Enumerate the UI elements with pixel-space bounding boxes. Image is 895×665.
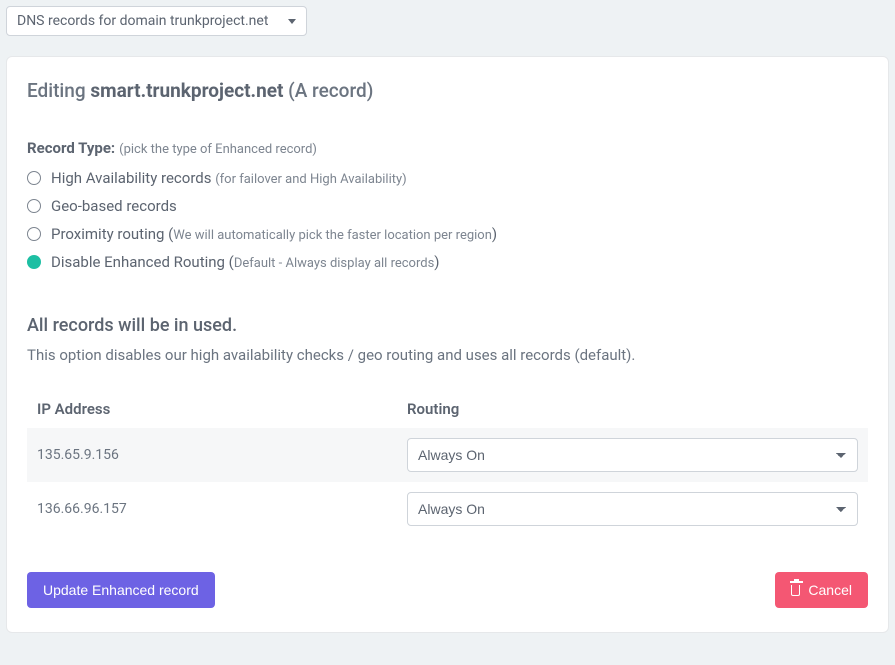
trash-icon — [791, 585, 800, 596]
table-row: 136.66.96.157 Always On — [27, 482, 868, 536]
table-header-ip: IP Address — [27, 390, 397, 428]
update-button-label: Update Enhanced record — [43, 582, 199, 598]
domain-dropdown-label: DNS records for domain trunkproject.net — [17, 13, 268, 29]
routing-select[interactable]: Always On — [407, 438, 858, 472]
section-title: All records will be in used. — [27, 315, 868, 336]
radio-selected-icon — [27, 255, 41, 269]
radio-icon — [27, 199, 41, 213]
heading-suffix: (A record) — [283, 79, 373, 102]
radio-label: High Availability records (for failover … — [51, 169, 407, 187]
record-type-section: Record Type: (pick the type of Enhanced … — [27, 138, 868, 157]
radio-label: Disable Enhanced Routing (Default - Alwa… — [51, 253, 440, 271]
update-button[interactable]: Update Enhanced record — [27, 572, 215, 608]
chevron-down-icon — [288, 19, 296, 24]
domain-dropdown[interactable]: DNS records for domain trunkproject.net — [6, 6, 307, 36]
radio-icon — [27, 227, 41, 241]
record-type-label: Record Type: — [27, 139, 115, 157]
cancel-button[interactable]: Cancel — [775, 572, 868, 608]
routing-select[interactable]: Always On — [407, 492, 858, 526]
heading-prefix: Editing — [27, 79, 90, 102]
radio-label: Geo-based records — [51, 197, 177, 215]
cell-ip: 135.65.9.156 — [27, 428, 397, 482]
radio-option-geo[interactable]: Geo-based records — [27, 197, 868, 215]
edit-record-card: Editing smart.trunkproject.net (A record… — [6, 56, 889, 633]
cell-ip: 136.66.96.157 — [27, 482, 397, 536]
radio-option-ha[interactable]: High Availability records (for failover … — [27, 169, 868, 187]
table-header-routing: Routing — [397, 390, 868, 428]
record-type-radio-group: High Availability records (for failover … — [27, 169, 868, 271]
page-title: Editing smart.trunkproject.net (A record… — [27, 79, 868, 102]
table-row: 135.65.9.156 Always On — [27, 428, 868, 482]
record-type-hint: (pick the type of Enhanced record) — [119, 142, 317, 157]
radio-icon — [27, 171, 41, 185]
heading-domain: smart.trunkproject.net — [90, 79, 283, 102]
section-desc: This option disables our high availabili… — [27, 346, 868, 364]
radio-option-disable[interactable]: Disable Enhanced Routing (Default - Alwa… — [27, 253, 868, 271]
records-table: IP Address Routing 135.65.9.156 Always O… — [27, 390, 868, 536]
action-bar: Update Enhanced record Cancel — [27, 572, 868, 608]
cancel-button-label: Cancel — [808, 582, 852, 598]
radio-option-proximity[interactable]: Proximity routing (We will automatically… — [27, 225, 868, 243]
radio-label: Proximity routing (We will automatically… — [51, 225, 497, 243]
